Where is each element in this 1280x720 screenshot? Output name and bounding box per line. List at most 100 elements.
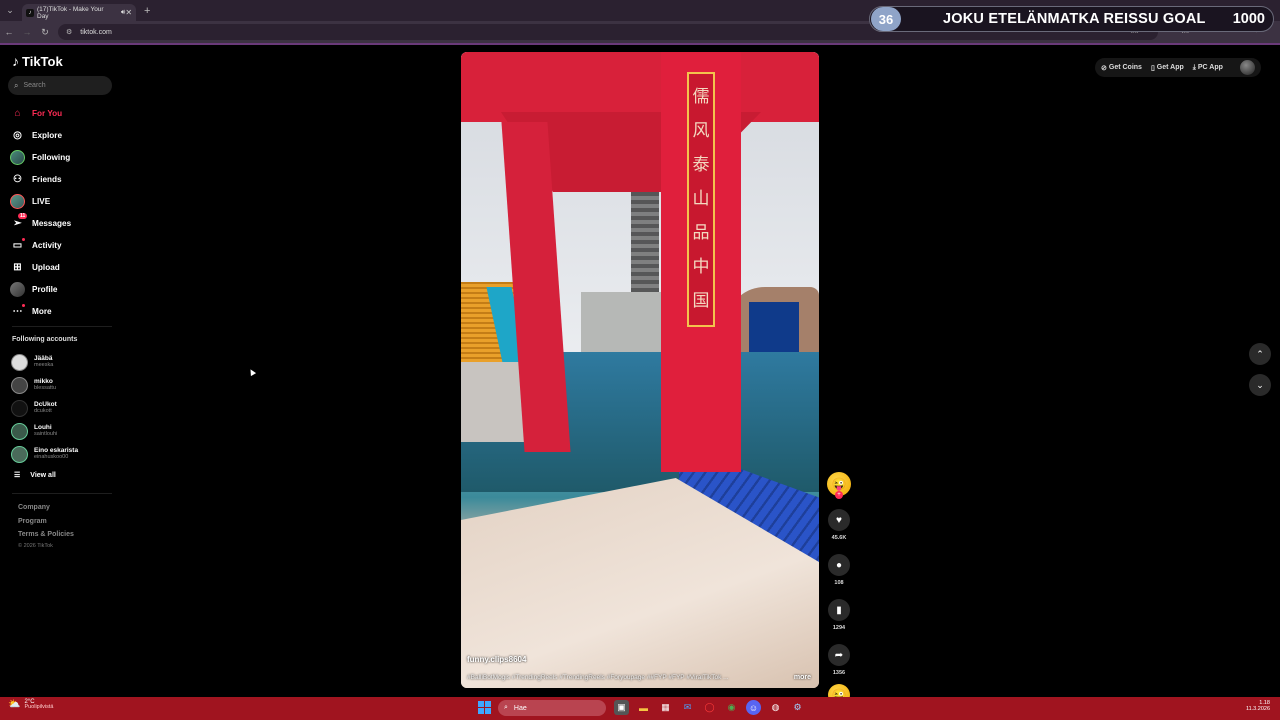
- windows-start-icon[interactable]: [478, 701, 491, 714]
- taskbar-search-label: Hae: [513, 704, 527, 712]
- pc-app-button[interactable]: ⤓ PC App: [1193, 64, 1223, 72]
- account-item[interactable]: Eino eskarista einahuskoo00: [11, 443, 121, 466]
- task-view-icon[interactable]: ▣: [614, 700, 629, 715]
- next-video-button[interactable]: ⌄: [1249, 374, 1271, 396]
- sidebar-item-label: Profile: [32, 284, 58, 294]
- list-icon: ☰: [14, 472, 21, 479]
- friends-icon: ⚇: [13, 173, 22, 185]
- plaque-char: 泰: [692, 154, 710, 175]
- live-avatar: [10, 193, 25, 209]
- close-tab-icon[interactable]: ✕: [125, 8, 132, 17]
- sidebar-item-label: Upload: [32, 262, 60, 272]
- plaque-char: 儒: [692, 86, 710, 107]
- plaque-char: 品: [692, 223, 710, 244]
- follow-plus-icon[interactable]: +: [835, 491, 843, 499]
- tiktok-favicon-icon: ♪: [26, 8, 34, 17]
- steam-icon[interactable]: ⚙: [790, 700, 805, 715]
- sidebar-item-friends[interactable]: ⚇ Friends: [10, 168, 120, 190]
- account-item[interactable]: DcUkot dcukott: [11, 397, 121, 420]
- creator-avatar[interactable]: 😜 +: [827, 472, 851, 499]
- chrome-icon[interactable]: ◉: [724, 700, 739, 715]
- share-button[interactable]: ➦: [828, 644, 850, 666]
- opera-icon[interactable]: ◯: [702, 700, 717, 715]
- tab-search-icon[interactable]: ⌄: [0, 0, 20, 21]
- browser-tab[interactable]: ♪ (17)TikTok - Make Your Day 🔊︎ ✕: [22, 4, 136, 21]
- video-author[interactable]: funny.clips8604: [467, 655, 526, 664]
- mouse-cursor-icon: [247, 367, 257, 377]
- view-all-button[interactable]: ☰ View all: [14, 471, 56, 480]
- sidebar-nav: ⌂ For You ◎ Explore Following ⚇ Friends …: [10, 102, 120, 322]
- get-app-button[interactable]: ▯ Get App: [1151, 64, 1184, 72]
- previous-video-button[interactable]: ⌃: [1249, 343, 1271, 365]
- get-coins-label: Get Coins: [1108, 64, 1142, 71]
- compass-icon: ◎: [13, 129, 22, 141]
- divider: [12, 326, 112, 327]
- system-clock[interactable]: 1.18 11.3.2026: [1246, 700, 1270, 712]
- search-input[interactable]: ⌕ Search: [8, 76, 112, 95]
- obs-icon[interactable]: ◍: [768, 700, 783, 715]
- sidebar-item-label: More: [32, 306, 52, 316]
- like-count: 45.6K: [831, 535, 847, 541]
- comment-button[interactable]: ●: [828, 554, 850, 576]
- avatar[interactable]: [1239, 60, 1255, 75]
- download-icon: ⤓: [1192, 63, 1196, 71]
- site-info-icon[interactable]: ⚙: [66, 28, 72, 36]
- sidebar-item-for-you[interactable]: ⌂ For You: [10, 102, 120, 124]
- avatar: [11, 354, 28, 371]
- sidebar-item-activity[interactable]: ▭ Activity: [10, 234, 120, 256]
- forward-icon[interactable]: →: [18, 27, 36, 37]
- stream-goal-overlay: 36 JOKU ETELÄNMATKA REISSU GOAL 1000: [869, 6, 1274, 32]
- comment-icon: ●: [835, 559, 843, 571]
- save-button[interactable]: ▮: [828, 599, 850, 621]
- logo-text: TikTok: [22, 53, 63, 69]
- avatar: [11, 423, 28, 440]
- sidebar-item-profile[interactable]: Profile: [10, 278, 120, 300]
- tab-title: (17)TikTok - Make Your Day: [37, 5, 104, 20]
- sidebar-item-following[interactable]: Following: [10, 146, 120, 168]
- sidebar-item-live[interactable]: LIVE: [10, 190, 120, 212]
- view-all-label: View all: [30, 471, 56, 479]
- footer-link-program[interactable]: Program: [18, 517, 74, 527]
- sidebar-item-explore[interactable]: ◎ Explore: [10, 124, 120, 146]
- search-placeholder: Search: [23, 82, 46, 89]
- account-item[interactable]: Louhi saintlouhi: [11, 420, 121, 443]
- sidebar-item-more[interactable]: ⋯ More: [10, 300, 120, 322]
- new-tab-icon[interactable]: +: [144, 5, 150, 17]
- goal-value: 1000: [1232, 11, 1265, 27]
- home-icon: ⌂: [14, 107, 21, 119]
- back-icon[interactable]: ←: [0, 27, 18, 37]
- taskbar-search[interactable]: ⌕ Hae: [498, 700, 606, 716]
- clock-date: 11.3.2026: [1245, 706, 1270, 713]
- footer-link-terms[interactable]: Terms & Policies: [18, 530, 74, 540]
- sidebar-item-label: Activity: [32, 240, 62, 250]
- search-icon: ⌕: [14, 80, 19, 90]
- mail-icon[interactable]: ✉: [680, 700, 695, 715]
- avatar: [11, 400, 28, 417]
- video-player[interactable]: 儒 风 泰 山 品 中 国 funny.clips8604 #BalliBotM…: [461, 52, 819, 688]
- sidebar-item-label: Following: [32, 152, 71, 162]
- account-item[interactable]: mikko blessattu: [11, 374, 121, 397]
- weather-widget[interactable]: ⛅ 2°C Puolipilvistä: [8, 699, 54, 711]
- messages-badge: 11: [18, 213, 28, 219]
- sidebar-item-upload[interactable]: ⊞ Upload: [10, 256, 120, 278]
- sidebar-item-label: For You: [32, 108, 63, 118]
- get-coins-button[interactable]: ⊘ Get Coins: [1101, 64, 1142, 72]
- video-hashtags[interactable]: #BalliBotMogis #TrendingReels #TrendingR…: [467, 674, 729, 681]
- like-button[interactable]: ♥: [828, 509, 850, 531]
- account-item[interactable]: Jääbä meeska: [11, 351, 121, 374]
- store-icon[interactable]: ▦: [658, 700, 673, 715]
- search-icon: ⌕: [504, 704, 508, 711]
- footer-link-company[interactable]: Company: [18, 503, 74, 513]
- discord-icon[interactable]: ☺: [746, 700, 761, 715]
- video-gate-roof: [461, 52, 819, 122]
- reload-icon[interactable]: ↻: [36, 27, 54, 38]
- share-count: 1356: [832, 670, 846, 676]
- file-explorer-icon[interactable]: ▬: [636, 700, 651, 715]
- save-count: 1294: [832, 625, 846, 631]
- tiktok-logo[interactable]: ♪ TikTok: [12, 53, 63, 69]
- plaque-char: 山: [692, 188, 710, 209]
- avatar: [11, 446, 28, 463]
- sidebar-item-messages[interactable]: ➢ 11 Messages: [10, 212, 120, 234]
- divider: [0, 43, 1280, 45]
- more-button[interactable]: more: [794, 674, 811, 681]
